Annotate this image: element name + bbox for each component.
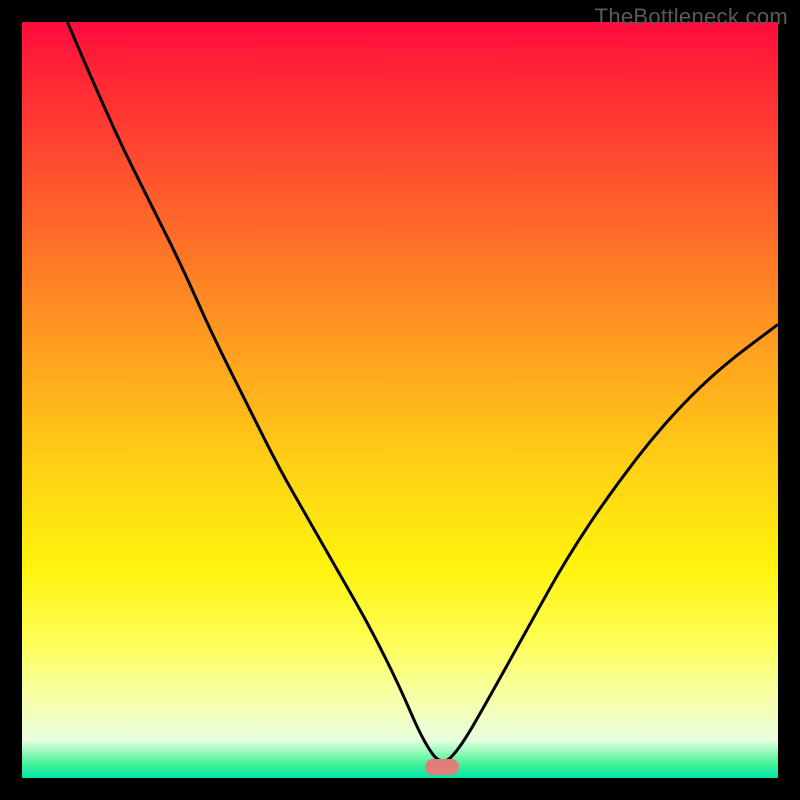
chart-frame: TheBottleneck.com [0, 0, 800, 800]
bottleneck-curve-path [67, 22, 778, 761]
bottleneck-curve-svg [22, 22, 778, 778]
plot-area [22, 22, 778, 778]
watermark-text: TheBottleneck.com [595, 4, 788, 30]
optimal-point-marker [425, 759, 459, 775]
